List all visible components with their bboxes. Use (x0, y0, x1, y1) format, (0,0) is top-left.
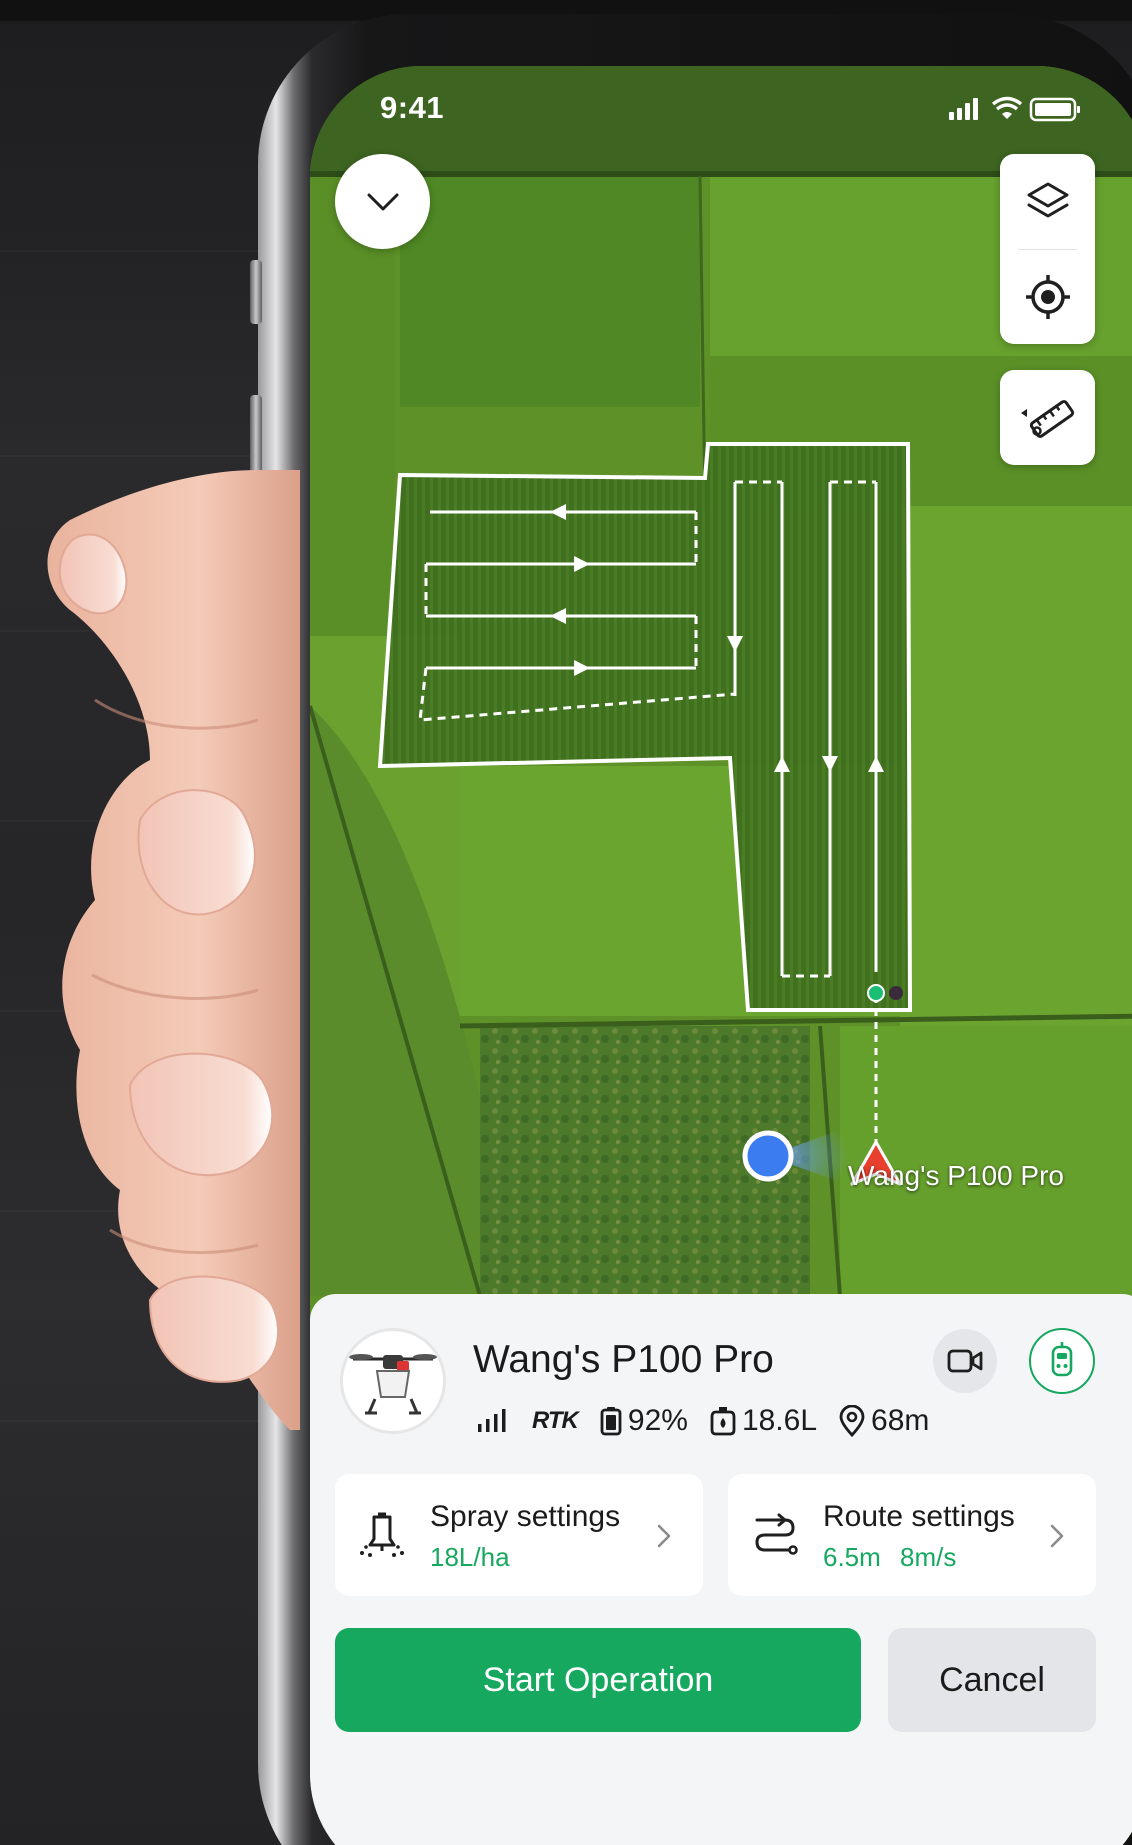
route-speed-value: 8m/s (900, 1542, 957, 1572)
map-field (900, 506, 1132, 1026)
battery-stat: 92% (600, 1404, 688, 1438)
video-camera-icon (947, 1349, 983, 1373)
map-field (400, 177, 700, 407)
route-settings-card[interactable]: Route settings 6.5m 8m/s (728, 1474, 1096, 1596)
phone-side-button (250, 260, 262, 324)
background-band (0, 250, 300, 252)
cellular-signal-icon (949, 98, 978, 120)
spray-icon-wrap (355, 1508, 409, 1562)
user-location-marker (742, 1130, 794, 1182)
battery-icon (1029, 97, 1080, 122)
background-band (0, 820, 300, 822)
tank-value: 18.6L (741, 1404, 818, 1437)
route-icon-wrap (748, 1508, 802, 1562)
route-end-point (889, 986, 903, 1000)
signal-bars-icon (478, 1409, 506, 1432)
chevron-right-icon (657, 1524, 671, 1548)
remote-controller-icon (1051, 1342, 1073, 1377)
device-bottom-sheet: Wang's P100 Pro RTK 92% 18.6L 68m Spray … (310, 1294, 1132, 1845)
phone-screen: 9:41 Wang's P100 Pro Wang's P100 Pro RTK… (310, 66, 1132, 1845)
status-icons (949, 96, 1080, 122)
background-band (0, 1420, 300, 1422)
layers-button[interactable] (1000, 154, 1095, 249)
spray-settings-value: 18L/ha (430, 1542, 510, 1572)
distance-value: 68m (871, 1404, 930, 1437)
wifi-icon (991, 96, 1023, 119)
distance-stat: 68m (839, 1404, 929, 1438)
chevron-right-icon (1050, 1524, 1064, 1548)
locate-target-icon (1025, 274, 1070, 319)
route-settings-title: Route settings (823, 1500, 1015, 1533)
battery-level-icon (600, 1407, 622, 1436)
start-operation-button[interactable]: Start Operation (335, 1628, 861, 1732)
background-band (0, 1010, 300, 1012)
locate-button[interactable] (1000, 249, 1095, 344)
drone-avatar (340, 1328, 446, 1434)
spray-settings-title: Spray settings (430, 1500, 621, 1533)
tank-icon (710, 1407, 736, 1436)
battery-value: 92% (627, 1404, 688, 1437)
route-spacing-value: 6.5m (823, 1542, 881, 1572)
stage-background: 9:41 Wang's P100 Pro Wang's P100 Pro RTK… (0, 0, 1132, 1845)
layers-icon (1027, 182, 1068, 217)
device-name: Wang's P100 Pro (473, 1338, 774, 1381)
collapse-button[interactable] (335, 154, 430, 249)
camera-button[interactable] (933, 1329, 997, 1393)
tank-stat: 18.6L (710, 1404, 817, 1438)
route-icon (755, 1513, 798, 1555)
remote-controller-button[interactable] (1029, 1328, 1095, 1394)
chevron-down-icon (367, 193, 398, 210)
spray-settings-card[interactable]: Spray settings 18L/ha (335, 1474, 703, 1596)
spray-nozzle-icon (360, 1512, 404, 1557)
signal-stat (476, 1408, 510, 1434)
route-start-point[interactable] (867, 984, 885, 1002)
measure-button[interactable] (1000, 370, 1095, 465)
phone-side-button (250, 560, 262, 680)
drone-image-icon (349, 1354, 437, 1415)
map-tools-panel (1000, 154, 1095, 344)
rtk-stat: RTK (532, 1407, 579, 1435)
device-stats: RTK 92% 18.6L 68m (476, 1401, 929, 1441)
status-time: 9:41 (380, 90, 445, 125)
background-band (0, 1210, 300, 1212)
location-pin-icon (839, 1405, 865, 1437)
cancel-button[interactable]: Cancel (888, 1628, 1096, 1732)
ruler-icon (1020, 399, 1074, 438)
drone-map-label: Wang's P100 Pro (848, 1160, 1064, 1191)
phone-side-button (250, 395, 262, 515)
rtk-label: RTK (532, 1407, 579, 1434)
